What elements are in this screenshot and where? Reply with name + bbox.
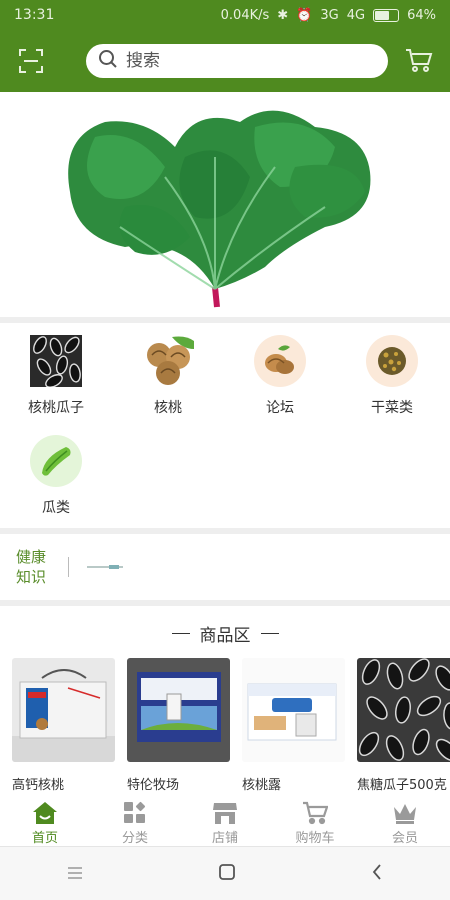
crown-icon [392,801,418,825]
dried-vegetable-icon [366,335,418,387]
category-item[interactable]: 瓜类 [0,423,112,518]
product-image [242,658,345,762]
cart-icon [302,801,328,825]
status-indicators: 0.04K/s ✱ ⏰ 3G 4G 64% [221,8,436,23]
category-label: 论坛 [266,400,294,416]
category-label: 核桃瓜子 [28,400,84,416]
signal-3g: 3G [320,7,339,23]
product-list: 高钙核桃 特伦牧场 核桃露 焦糖瓜子500克 [0,658,450,796]
product-image [357,658,450,762]
top-bar [0,30,450,92]
status-time: 13:31 [14,7,55,23]
category-label: 瓜类 [42,500,70,516]
tab-store[interactable]: 店铺 [180,798,270,846]
battery-icon [373,8,400,22]
home-icon [32,801,58,825]
product-image [12,658,115,762]
category-label: 干菜类 [371,400,413,416]
melon-icon [30,435,82,487]
alarm-icon: ⏰ [296,7,313,23]
product-card[interactable]: 核桃露 [242,658,345,796]
tab-member[interactable]: 会员 [360,798,450,846]
health-knowledge-bar[interactable]: 健康 知识 [0,534,450,600]
health-title: 健康 知识 [16,548,47,586]
tab-category[interactable]: 分类 [90,798,180,846]
signal-4g: 4G [346,7,366,23]
system-nav-bar [0,846,450,900]
section-title: 商品区 [199,625,251,646]
tab-label: 会员 [391,831,418,846]
product-card[interactable]: 特伦牧场 [127,658,230,796]
tab-cart[interactable]: 购物车 [270,798,360,846]
tab-label: 分类 [121,831,148,846]
category-grid: 核桃瓜子 核桃 论坛 干菜类 瓜类 [0,323,450,528]
category-item[interactable]: 核桃 [112,323,224,418]
menu-icon[interactable] [68,864,83,883]
product-name: 焦糖瓜子500克 [357,778,447,793]
tab-label: 店铺 [211,831,238,846]
bluetooth-icon: ✱ [277,7,289,23]
status-bar: 13:31 0.04K/s ✱ ⏰ 3G 4G 64% [0,0,450,30]
battery-percent: 64% [407,7,436,23]
category-icon [122,801,148,825]
tab-label: 购物车 [295,831,335,846]
walnut-image [142,335,194,387]
product-name: 高钙核桃 [12,778,65,793]
divider [0,600,450,606]
scan-icon[interactable] [16,46,46,76]
product-name: 特伦牧场 [127,778,180,793]
banner-spinach[interactable] [0,92,450,317]
search-bar[interactable] [86,44,388,78]
cart-icon[interactable] [404,46,434,76]
back-icon[interactable] [372,863,382,884]
divider [68,557,69,577]
search-icon [98,49,118,73]
health-news-thumbnail [87,565,123,569]
store-icon [212,801,238,825]
tab-label: 首页 [31,831,58,846]
sunflower-seeds-image [30,335,82,387]
product-card[interactable]: 高钙核桃 [12,658,115,796]
category-item[interactable]: 干菜类 [336,323,448,418]
network-speed: 0.04K/s [220,7,270,23]
bottom-tab-bar: 首页 分类 店铺 购物车 会员 [0,798,450,846]
products-section-header: 商品区 [0,618,450,648]
product-name: 核桃露 [242,778,282,793]
category-item[interactable]: 核桃瓜子 [0,323,112,418]
category-item[interactable]: 论坛 [224,323,336,418]
product-card[interactable]: 焦糖瓜子500克 [357,658,450,796]
spinach-image [68,110,371,308]
home-button-icon[interactable] [219,863,235,884]
forum-walnut-icon [254,335,306,387]
product-image [127,658,230,762]
search-input[interactable] [126,51,366,71]
tab-home[interactable]: 首页 [0,798,90,846]
category-label: 核桃 [154,400,182,416]
